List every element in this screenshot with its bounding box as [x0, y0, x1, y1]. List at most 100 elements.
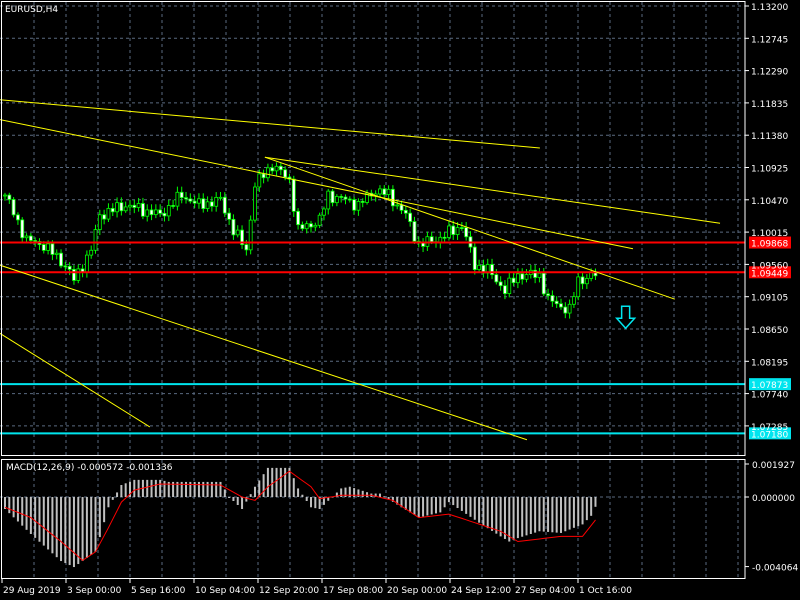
candle-body: [175, 191, 180, 207]
candle-body: [455, 227, 460, 235]
candle-body: [546, 293, 550, 296]
macd-histogram-bar: [8, 497, 11, 514]
candle-body: [429, 236, 434, 243]
candle-body: [477, 264, 482, 270]
candle-body: [192, 200, 197, 204]
down-arrow-icon: [614, 305, 637, 330]
candle-body: [257, 173, 262, 188]
macd-histogram-bar: [223, 489, 226, 497]
candle-body: [123, 206, 128, 212]
candle-body: [339, 196, 344, 198]
eurusd-chart[interactable]: 1.098681.094491.078731.07180 1.13200 1.12…: [0, 0, 800, 600]
macd-histogram-bar: [503, 497, 506, 539]
trendline: [0, 264, 528, 441]
time-label: 3 Sep 00:00: [67, 586, 122, 596]
macd-histogram-bar: [284, 467, 287, 497]
candle-body: [326, 190, 331, 210]
macd-histogram-bar: [564, 497, 567, 532]
candle-body: [278, 165, 283, 171]
macd-histogram-bar: [555, 497, 558, 533]
candle-body: [97, 214, 102, 230]
candle-body: [395, 204, 400, 207]
candle-body: [511, 277, 516, 284]
candle-body: [106, 208, 111, 220]
candle-body: [248, 219, 253, 251]
candle-body: [515, 273, 520, 284]
trendline: [0, 99, 540, 149]
candle-body: [235, 229, 240, 236]
macd-tick-label: -0.004064: [752, 564, 798, 574]
candle-body: [507, 277, 512, 294]
candle-body: [408, 212, 413, 222]
price-tick-label: 1.07740: [751, 391, 788, 401]
macd-histogram-bar: [232, 497, 235, 501]
macd-histogram-bar: [55, 497, 58, 558]
trendlines[interactable]: [0, 99, 721, 441]
candle-body: [110, 208, 115, 213]
candle-body: [231, 218, 236, 236]
macd-histogram-bar: [297, 488, 300, 497]
macd-histogram-bar: [435, 497, 437, 514]
candle-body: [54, 252, 59, 255]
candle-body: [283, 169, 288, 178]
macd-histogram-bar: [422, 497, 425, 517]
candle-body: [572, 296, 576, 305]
candle-body: [322, 208, 326, 216]
macd-histogram-bar: [266, 467, 269, 497]
macd-histogram-bar: [16, 497, 19, 522]
candle-body: [67, 265, 72, 270]
candle-body: [20, 219, 25, 239]
time-label: 24 Sep 12:00: [451, 586, 511, 596]
price-tick-label: 1.12290: [751, 68, 788, 78]
macd-histogram-bar: [482, 497, 485, 526]
candle-body: [403, 209, 408, 214]
macd-histogram-bar: [253, 486, 256, 497]
candle-body: [270, 167, 275, 172]
macd-histogram-bar: [426, 497, 429, 516]
macd-histogram-bar: [90, 497, 93, 555]
candle-body: [296, 210, 300, 226]
macd-histogram-bar: [447, 497, 450, 503]
price-tick-label: 1.13200: [751, 3, 788, 13]
macd-histogram-bar: [404, 497, 407, 510]
macd-histogram-bar: [491, 497, 494, 531]
candle-body: [93, 229, 98, 251]
candle-body: [153, 209, 158, 216]
candle-body: [399, 204, 404, 211]
macd-histogram-bar: [98, 497, 101, 538]
macd-histogram-bar: [228, 497, 231, 498]
horizontal-levels[interactable]: 1.098681.094491.078731.07180: [0, 236, 791, 441]
candle-body: [261, 173, 266, 179]
macd-histogram-bar: [478, 497, 481, 523]
time-label: 5 Sep 16:00: [131, 586, 186, 596]
candle-body: [317, 214, 322, 226]
price-tick-label: 1.09105: [751, 294, 788, 304]
candle-body: [554, 300, 559, 305]
macd-histogram-bar: [512, 497, 515, 540]
candle-body: [386, 188, 391, 195]
macd-histogram-bar: [85, 497, 88, 558]
price-tick-label: 1.10925: [751, 165, 788, 175]
macd-histogram-bar: [577, 497, 580, 527]
candle-body: [334, 196, 339, 204]
macd-histogram-bar: [460, 497, 463, 511]
candle-body: [197, 198, 201, 204]
macd-histogram-bar: [590, 497, 593, 516]
candle-body: [378, 188, 382, 195]
macd-histogram-bar: [357, 489, 360, 497]
macd-histogram-bar: [116, 492, 119, 497]
macd-histogram-bar: [29, 497, 32, 534]
candle-body: [494, 274, 499, 283]
candle-body: [16, 214, 20, 221]
candle-body: [360, 201, 365, 203]
axes: 1.13200 1.12745 1.12290 1.11835 1.11380 1.109…: [1, 1, 798, 596]
macd-histogram-bar: [275, 467, 278, 497]
candle-body: [222, 196, 227, 214]
macd-histogram-bar: [486, 497, 489, 529]
candle-body: [352, 199, 357, 211]
candle-body: [201, 198, 206, 209]
candle-body: [300, 224, 305, 230]
macd-histogram-bar: [378, 493, 381, 497]
price-tick-label: 1.07285: [751, 423, 788, 433]
candle-body: [347, 198, 352, 201]
